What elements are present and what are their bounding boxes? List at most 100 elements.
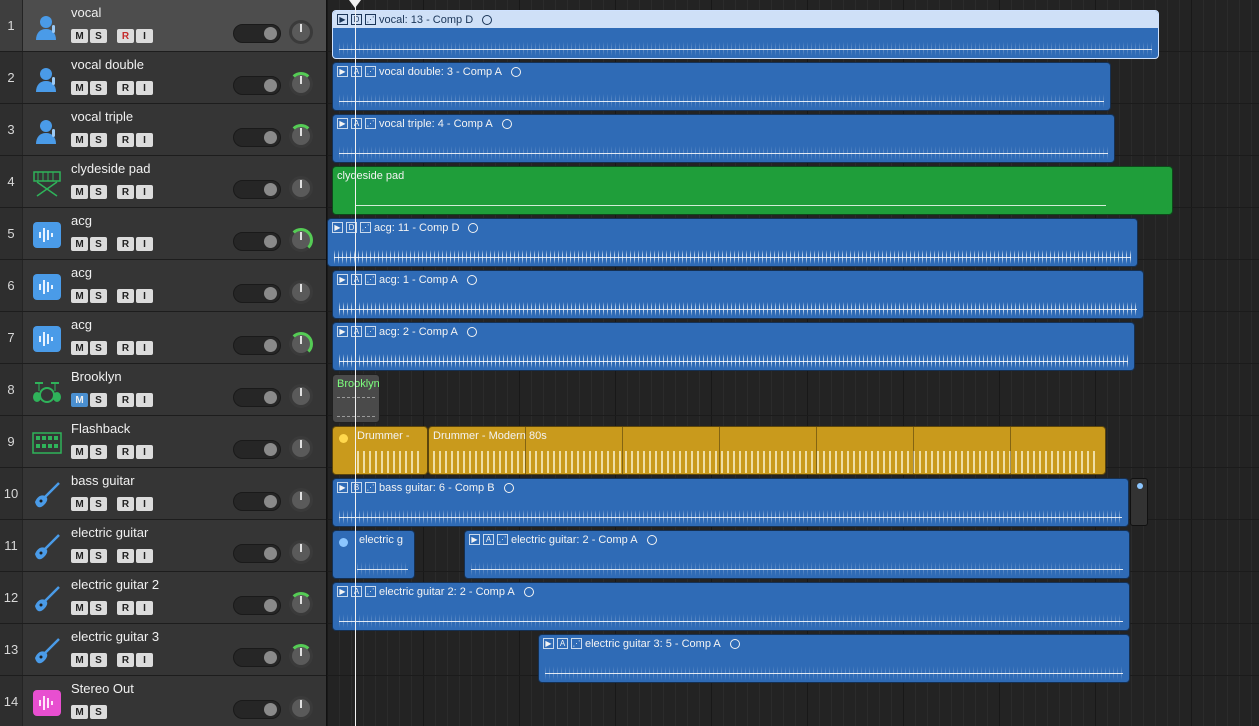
track-header-14[interactable]: 14 Stereo Out M S: [0, 676, 326, 726]
record-enable-button[interactable]: R: [117, 393, 134, 407]
play-icon[interactable]: ▶: [543, 638, 554, 649]
track-on-off-toggle[interactable]: [233, 648, 281, 667]
region-stub[interactable]: [1130, 478, 1148, 526]
record-enable-button[interactable]: R: [117, 29, 134, 43]
track-lane-11[interactable]: electric g ▶ A ⋰ electric guitar: 2 - Co…: [327, 520, 1259, 579]
volume-knob[interactable]: [289, 20, 313, 44]
solo-button[interactable]: S: [90, 185, 107, 199]
solo-button[interactable]: S: [90, 29, 107, 43]
track-lane-8[interactable]: Brooklyn: [327, 364, 1259, 423]
take-folder-icon[interactable]: [510, 66, 521, 77]
take-letter[interactable]: A: [351, 326, 362, 337]
track-on-off-toggle[interactable]: [233, 128, 281, 147]
record-enable-button[interactable]: R: [117, 289, 134, 303]
quick-swipe-icon[interactable]: ⋰: [365, 118, 376, 129]
solo-button[interactable]: S: [90, 549, 107, 563]
mute-button[interactable]: M: [71, 237, 88, 251]
input-monitor-button[interactable]: I: [136, 237, 153, 251]
quick-swipe-icon[interactable]: ⋰: [360, 222, 371, 233]
take-letter[interactable]: A: [351, 586, 362, 597]
input-monitor-button[interactable]: I: [136, 497, 153, 511]
track-lane-3[interactable]: ▶ A ⋰ vocal triple: 4 - Comp A: [327, 104, 1259, 163]
record-enable-button[interactable]: R: [117, 549, 134, 563]
mute-button[interactable]: M: [71, 341, 88, 355]
record-enable-button[interactable]: R: [117, 341, 134, 355]
track-header-2[interactable]: 2 vocal double M S R I: [0, 52, 326, 104]
track-on-off-toggle[interactable]: [233, 76, 281, 95]
track-on-off-toggle[interactable]: [233, 232, 281, 251]
take-folder-icon[interactable]: [482, 14, 493, 25]
track-header-11[interactable]: 11 electric guitar M S R I: [0, 520, 326, 572]
solo-button[interactable]: S: [90, 289, 107, 303]
take-folder-icon[interactable]: [468, 222, 479, 233]
track-lane-13[interactable]: ▶ A ⋰ electric guitar 3: 5 - Comp A: [327, 624, 1259, 683]
track-on-off-toggle[interactable]: [233, 388, 281, 407]
tracks-area[interactable]: ▶ D ⋰ vocal: 13 - Comp D ▶ A ⋰ vocal dou…: [327, 0, 1259, 726]
record-enable-button[interactable]: R: [117, 81, 134, 95]
input-monitor-button[interactable]: I: [136, 185, 153, 199]
input-monitor-button[interactable]: I: [136, 601, 153, 615]
mute-button[interactable]: M: [71, 393, 88, 407]
input-monitor-button[interactable]: I: [136, 289, 153, 303]
take-letter[interactable]: A: [351, 118, 362, 129]
volume-knob[interactable]: [289, 176, 313, 200]
mute-button[interactable]: M: [71, 185, 88, 199]
volume-knob[interactable]: [289, 72, 313, 96]
track-on-off-toggle[interactable]: [233, 596, 281, 615]
play-icon[interactable]: ▶: [337, 14, 348, 25]
quick-swipe-icon[interactable]: ⋰: [365, 586, 376, 597]
track-on-off-toggle[interactable]: [233, 492, 281, 511]
track-lane-9[interactable]: Drummer - Drummer - Modern 80s: [327, 416, 1259, 475]
input-monitor-button[interactable]: I: [136, 445, 153, 459]
take-letter[interactable]: B: [351, 482, 362, 493]
mute-button[interactable]: M: [71, 705, 88, 719]
input-monitor-button[interactable]: I: [136, 653, 153, 667]
volume-knob[interactable]: [289, 540, 313, 564]
volume-knob[interactable]: [289, 124, 313, 148]
track-on-off-toggle[interactable]: [233, 180, 281, 199]
track-lane-12[interactable]: ▶ A ⋰ electric guitar 2: 2 - Comp A: [327, 572, 1259, 631]
play-icon[interactable]: ▶: [337, 118, 348, 129]
solo-button[interactable]: S: [90, 237, 107, 251]
mute-button[interactable]: M: [71, 601, 88, 615]
track-lane-4[interactable]: clydeside pad: [327, 156, 1259, 215]
quick-swipe-icon[interactable]: ⋰: [365, 274, 376, 285]
input-monitor-button[interactable]: I: [136, 81, 153, 95]
volume-knob[interactable]: [289, 280, 313, 304]
record-enable-button[interactable]: R: [117, 133, 134, 147]
play-icon[interactable]: ▶: [337, 482, 348, 493]
solo-button[interactable]: S: [90, 133, 107, 147]
mute-button[interactable]: M: [71, 653, 88, 667]
input-monitor-button[interactable]: I: [136, 133, 153, 147]
volume-knob[interactable]: [289, 436, 313, 460]
track-lane-10[interactable]: ▶ B ⋰ bass guitar: 6 - Comp B: [327, 468, 1259, 527]
quick-swipe-icon[interactable]: ⋰: [571, 638, 582, 649]
track-lane-2[interactable]: ▶ A ⋰ vocal double: 3 - Comp A: [327, 52, 1259, 111]
take-folder-icon[interactable]: [729, 638, 740, 649]
solo-button[interactable]: S: [90, 341, 107, 355]
mute-button[interactable]: M: [71, 289, 88, 303]
quick-swipe-icon[interactable]: ⋰: [365, 66, 376, 77]
input-monitor-button[interactable]: I: [136, 549, 153, 563]
track-on-off-toggle[interactable]: [233, 700, 281, 719]
track-header-3[interactable]: 3 vocal triple M S R I: [0, 104, 326, 156]
track-on-off-toggle[interactable]: [233, 440, 281, 459]
volume-knob[interactable]: [289, 644, 313, 668]
track-header-4[interactable]: 4 clydeside pad M S R I: [0, 156, 326, 208]
play-icon[interactable]: ▶: [337, 326, 348, 337]
mute-button[interactable]: M: [71, 549, 88, 563]
volume-knob[interactable]: [289, 384, 313, 408]
quick-swipe-icon[interactable]: ⋰: [365, 482, 376, 493]
take-letter[interactable]: A: [351, 274, 362, 285]
take-letter[interactable]: D: [351, 14, 362, 25]
record-enable-button[interactable]: R: [117, 601, 134, 615]
track-lane-14[interactable]: [327, 676, 1259, 726]
track-lane-1[interactable]: ▶ D ⋰ vocal: 13 - Comp D: [327, 0, 1259, 59]
solo-button[interactable]: S: [90, 81, 107, 95]
track-lane-6[interactable]: ▶ A ⋰ acg: 1 - Comp A: [327, 260, 1259, 319]
record-enable-button[interactable]: R: [117, 185, 134, 199]
track-on-off-toggle[interactable]: [233, 544, 281, 563]
record-enable-button[interactable]: R: [117, 237, 134, 251]
quick-swipe-icon[interactable]: ⋰: [365, 14, 376, 25]
solo-button[interactable]: S: [90, 497, 107, 511]
